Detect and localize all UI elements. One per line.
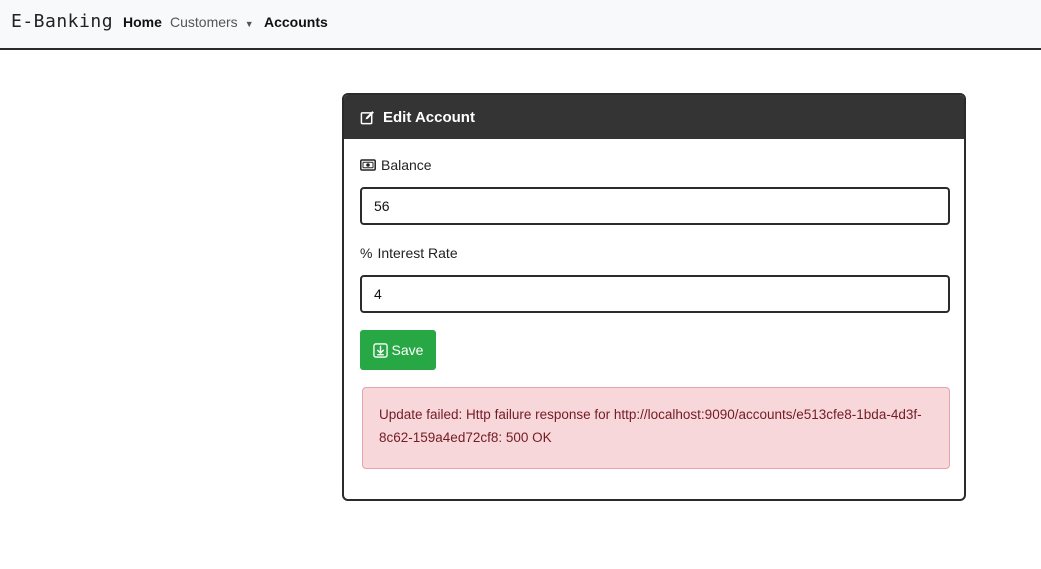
navbar-brand[interactable]: E-Banking — [11, 11, 113, 32]
nav-item-customers[interactable]: Customers ▼ — [170, 14, 254, 30]
save-button-label: Save — [391, 342, 424, 358]
percent-icon: % — [360, 245, 373, 261]
balance-label-text: Balance — [381, 157, 432, 173]
download-icon — [372, 342, 388, 358]
card-header: Edit Account — [344, 95, 964, 139]
nav-item-customers-label: Customers — [170, 14, 238, 30]
balance-input[interactable] — [360, 187, 950, 225]
interest-rate-label-text: Interest Rate — [377, 245, 458, 261]
error-alert: Update failed: Http failure response for… — [362, 387, 950, 469]
interest-rate-label: % Interest Rate — [360, 245, 458, 261]
card-title: Edit Account — [383, 108, 475, 126]
cash-icon — [360, 159, 376, 171]
interest-rate-input[interactable] — [360, 275, 950, 313]
caret-down-icon: ▼ — [244, 19, 254, 29]
navbar: E-Banking Home Customers ▼ Accounts — [0, 0, 1041, 50]
edit-icon — [360, 110, 374, 124]
nav-item-home[interactable]: Home — [123, 14, 162, 30]
balance-label: Balance — [360, 157, 432, 173]
edit-account-card: Edit Account Balance % Interest Rate Sav… — [342, 93, 966, 501]
nav-item-accounts[interactable]: Accounts — [264, 14, 328, 30]
save-button[interactable]: Save — [360, 330, 436, 370]
